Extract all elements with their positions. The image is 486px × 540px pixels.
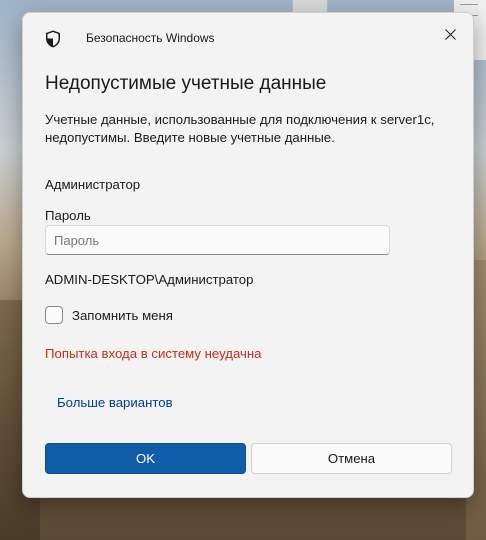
domain-user-label: ADMIN-DESKTOP\Администратор <box>45 272 254 287</box>
remember-me-checkbox-row[interactable]: Запомнить меня <box>45 304 173 326</box>
shield-icon <box>45 30 61 48</box>
ok-button[interactable]: OK <box>45 443 246 474</box>
login-error-message: Попытка входа в систему неудачна <box>45 346 262 361</box>
username-label: Администратор <box>45 177 141 192</box>
cancel-button[interactable]: Отмена <box>251 443 452 474</box>
close-icon <box>444 28 456 40</box>
remember-me-label[interactable]: Запомнить меня <box>72 308 173 323</box>
close-button[interactable] <box>433 19 467 49</box>
window-title: Безопасность Windows <box>86 31 215 45</box>
more-options-link[interactable]: Больше вариантов <box>57 395 173 410</box>
password-input[interactable] <box>45 225 390 255</box>
dialog-description: Учетные данные, использованные для подкл… <box>45 112 435 145</box>
remember-me-checkbox[interactable] <box>45 306 63 324</box>
dialog-titlebar: Безопасность Windows <box>23 13 473 59</box>
dialog-heading: Недопустимые учетные данные <box>45 73 327 94</box>
password-label: Пароль <box>45 208 91 223</box>
credential-dialog: Безопасность Windows Недопустимые учетны… <box>22 12 474 498</box>
